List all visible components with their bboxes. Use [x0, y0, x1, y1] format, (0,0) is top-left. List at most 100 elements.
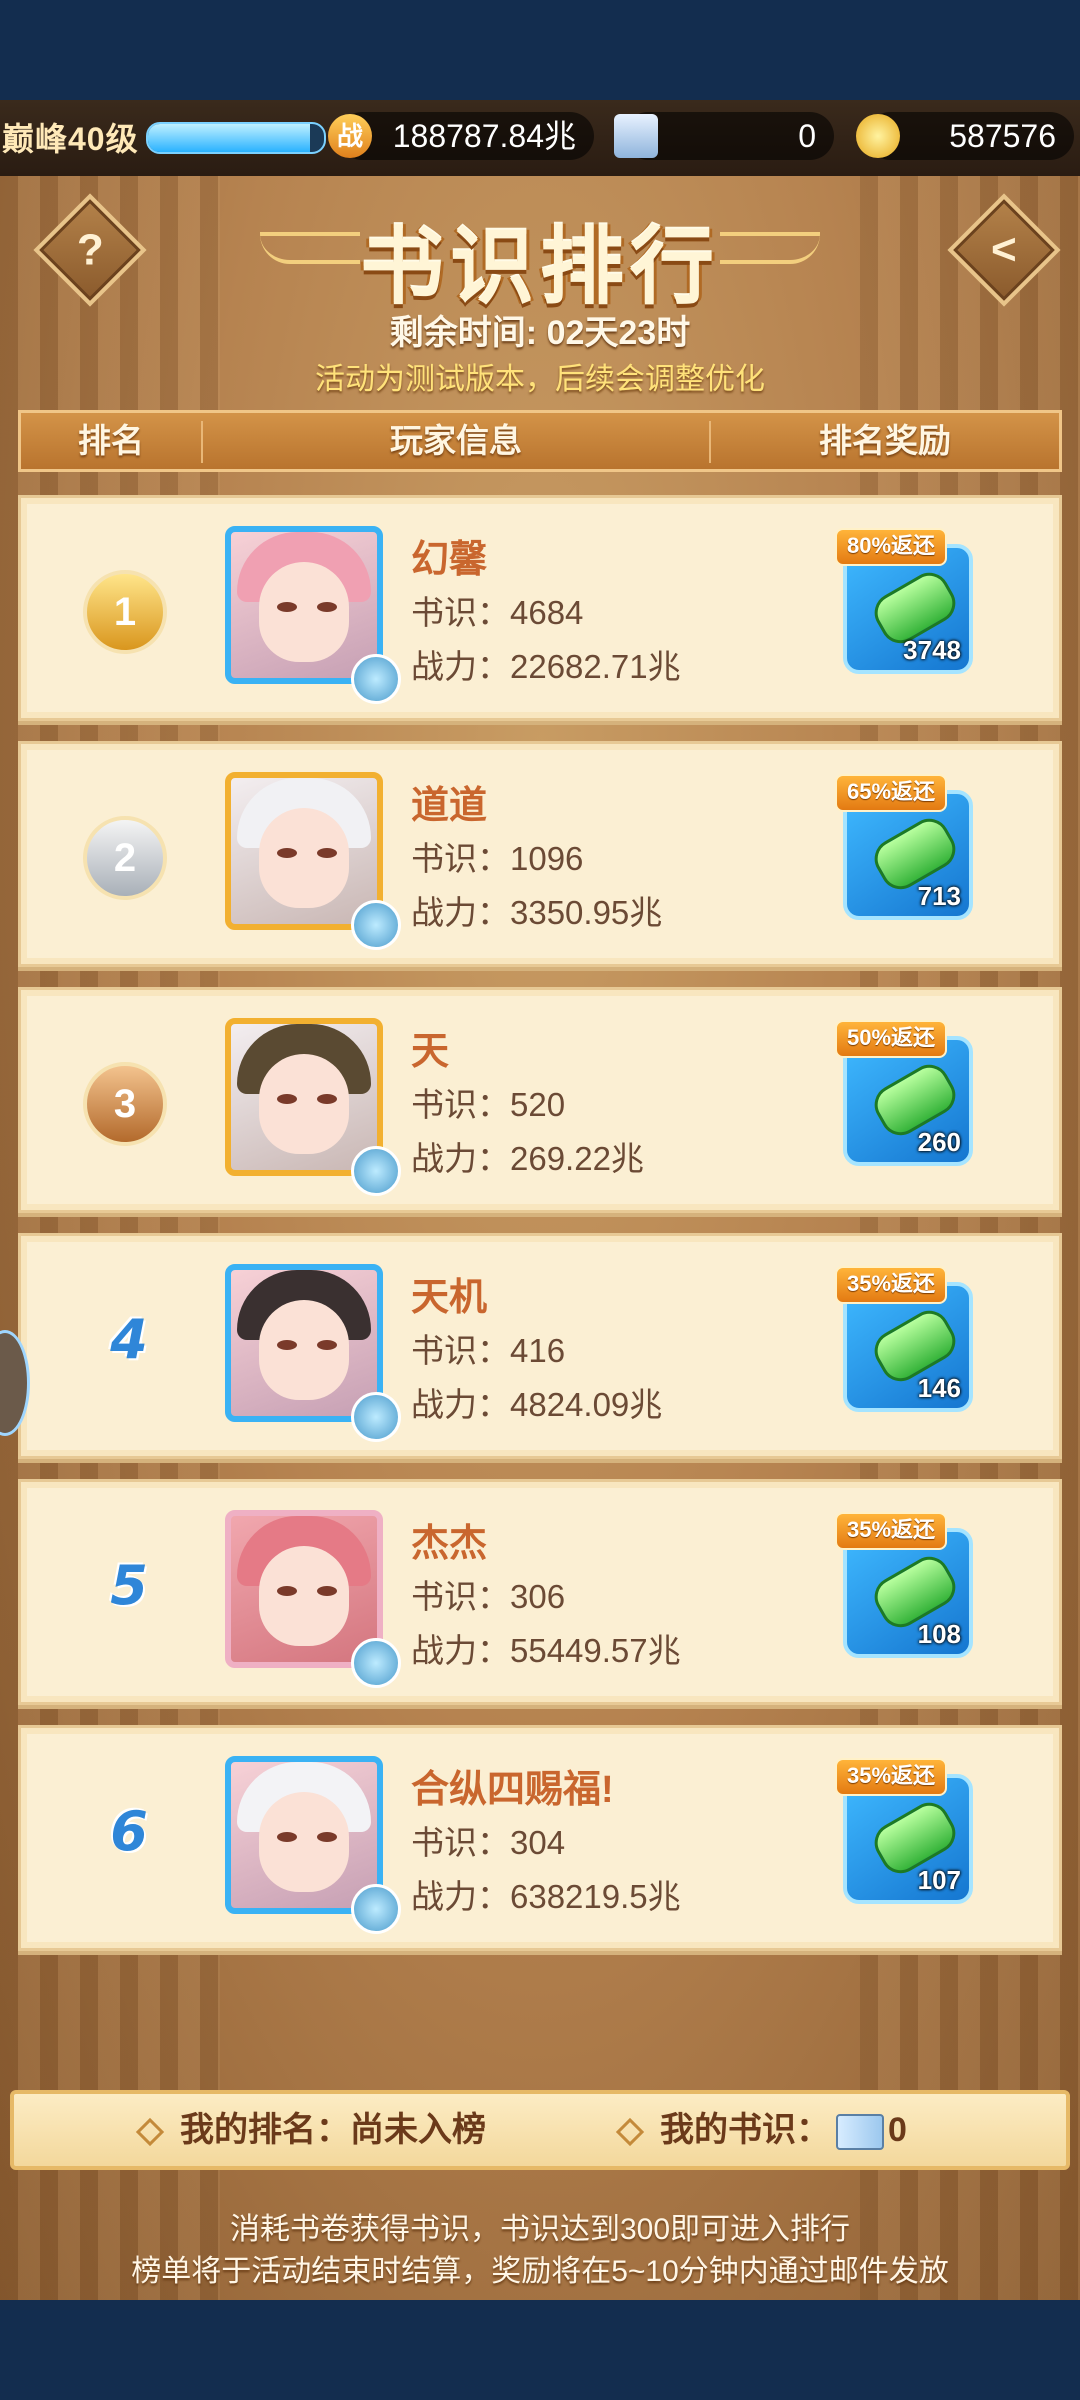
my-shuzhi-value: 0 [888, 2111, 907, 2149]
avatar-eye [317, 1832, 337, 1842]
xp-progress-bar [146, 122, 326, 154]
avatar-eye [317, 848, 337, 858]
avatar-eye [317, 1586, 337, 1596]
rank-title-badge-icon [351, 1884, 401, 1934]
avatar-face [259, 562, 349, 662]
player-name: 合纵四赐福! [411, 1769, 614, 1811]
avatar-eye [277, 1094, 297, 1104]
player-status-bar: 巅峰40级 战 188787.84兆 0 587576 [0, 100, 1080, 176]
return-rate-badge: 35%返还 [835, 1266, 948, 1304]
player-level: 巅峰40级 [2, 121, 139, 157]
ranking-row[interactable]: 4 天机 书识：416 战力：4824.09兆 146 35%返还 [18, 1233, 1062, 1459]
rank-title-badge-icon [351, 900, 401, 950]
avatar-eye [317, 602, 337, 612]
return-rate-badge: 35%返还 [835, 1512, 948, 1550]
ranking-row[interactable]: 2 道道 书识：1096 战力：3350.95兆 713 65%返还 [18, 741, 1062, 967]
player-shuzhi: 书识：1096 [411, 840, 584, 877]
player-power: 战力：55449.57兆 [411, 1632, 681, 1669]
reward-count: 3748 [903, 635, 961, 665]
scroll-count: 0 [798, 118, 816, 154]
rank-medal-icon: 2 [83, 816, 167, 900]
ranking-row[interactable]: 5 杰杰 书识：306 战力：55449.57兆 108 35%返还 [18, 1479, 1062, 1705]
player-shuzhi: 书识：416 [411, 1332, 566, 1369]
rank-title-badge-icon [351, 1146, 401, 1196]
column-rank: 排名 [78, 422, 144, 459]
player-shuzhi: 书识：4684 [411, 594, 584, 631]
rank-number: 4 [110, 1308, 148, 1371]
return-rate-badge: 50%返还 [835, 1020, 948, 1058]
remaining-time: 剩余时间: 02天23时 [389, 314, 691, 352]
return-rate-badge: 80%返还 [835, 528, 948, 566]
return-rate-badge: 65%返还 [835, 774, 948, 812]
avatar-eye [317, 1340, 337, 1350]
test-version-notice: 活动为测试版本，后续会调整优化 [315, 363, 765, 396]
avatar-face [259, 1300, 349, 1400]
my-rank: 我的排名：尚未入榜 [135, 2094, 486, 2166]
rank-medal-icon: 1 [83, 570, 167, 654]
reward-count: 107 [917, 1865, 961, 1895]
rank-title-badge-icon [351, 1638, 401, 1688]
game-screen: 巅峰40级 战 188787.84兆 0 587576 ? < 书识排行 剩余时… [0, 100, 1080, 2300]
avatar-eye [277, 1586, 297, 1596]
ranking-row[interactable]: 3 天 书识：520 战力：269.22兆 260 50%返还 [18, 987, 1062, 1213]
rank-title-badge-icon [351, 654, 401, 704]
avatar-eye [277, 1340, 297, 1350]
rule-note-line-1: 消耗书卷获得书识，书识达到300即可进入排行 [229, 2213, 851, 2246]
reward-count: 146 [917, 1373, 961, 1403]
avatar-face [259, 1546, 349, 1646]
player-name: 道道 [411, 785, 488, 827]
gold-value: 587576 [949, 118, 1056, 154]
player-power: 战力：269.22兆 [411, 1140, 644, 1177]
rank-number: 6 [110, 1800, 148, 1863]
player-power: 战力：4824.09兆 [411, 1386, 663, 1423]
power-display: 战 188787.84兆 [328, 112, 594, 160]
system-bottom-bar [0, 2300, 1080, 2400]
player-shuzhi: 书识：304 [411, 1824, 566, 1861]
book-icon [836, 2114, 884, 2151]
gold-currency[interactable]: 587576 [856, 112, 1074, 160]
system-top-bar [0, 0, 1080, 100]
avatar-face [259, 808, 349, 908]
avatar-face [259, 1054, 349, 1154]
gold-ingot-icon [856, 114, 900, 158]
ranking-column-header: 排名 玩家信息 排名奖励 [18, 410, 1062, 472]
rule-note-line-2: 榜单将于活动结束时结算，奖励将在5~10分钟内通过邮件发放 [131, 2255, 949, 2288]
return-rate-badge: 35%返还 [835, 1758, 948, 1796]
scroll-icon [614, 114, 658, 158]
avatar-eye [277, 602, 297, 612]
player-name: 杰杰 [411, 1523, 488, 1565]
player-shuzhi: 书识：520 [411, 1086, 566, 1123]
player-power: 战力：638219.5兆 [411, 1878, 681, 1915]
my-shuzhi-label: 我的书识： [660, 2111, 830, 2149]
player-name: 幻馨 [411, 539, 488, 581]
rank-medal-icon: 3 [83, 1062, 167, 1146]
player-name: 天机 [411, 1277, 488, 1319]
reward-count: 108 [917, 1619, 961, 1649]
my-rank-text: 我的排名：尚未入榜 [180, 2111, 486, 2149]
scroll-currency[interactable]: 0 [614, 112, 834, 160]
my-ranking-bar: 我的排名：尚未入榜 我的书识： 0 [10, 2090, 1070, 2170]
ranking-row[interactable]: 1 幻馨 书识：4684 战力：22682.71兆 3748 80%返还 [18, 495, 1062, 721]
avatar-eye [317, 1094, 337, 1104]
ranking-row[interactable]: 6 合纵四赐福! 书识：304 战力：638219.5兆 107 35%返还 [18, 1725, 1062, 1951]
rank-title-badge-icon [351, 1392, 401, 1442]
rank-number: 5 [110, 1554, 148, 1617]
player-name: 天 [411, 1031, 450, 1073]
diamond-bullet-icon [135, 2117, 165, 2147]
reward-count: 713 [917, 881, 961, 911]
page-title: 书识排行 [359, 217, 720, 316]
rank-number: 2 [113, 835, 137, 880]
rank-number: 1 [113, 589, 137, 634]
avatar-eye [277, 848, 297, 858]
player-power: 战力：3350.95兆 [411, 894, 663, 931]
power-value: 188787.84兆 [392, 118, 576, 154]
reward-count: 260 [917, 1127, 961, 1157]
column-reward: 排名奖励 [819, 422, 951, 459]
avatar-eye [277, 1832, 297, 1842]
avatar-face [259, 1792, 349, 1892]
column-player-info: 玩家信息 [390, 422, 522, 459]
xp-progress-fill [148, 124, 310, 152]
power-icon: 战 [328, 114, 372, 158]
diamond-bullet-icon [615, 2117, 645, 2147]
player-power: 战力：22682.71兆 [411, 648, 681, 685]
